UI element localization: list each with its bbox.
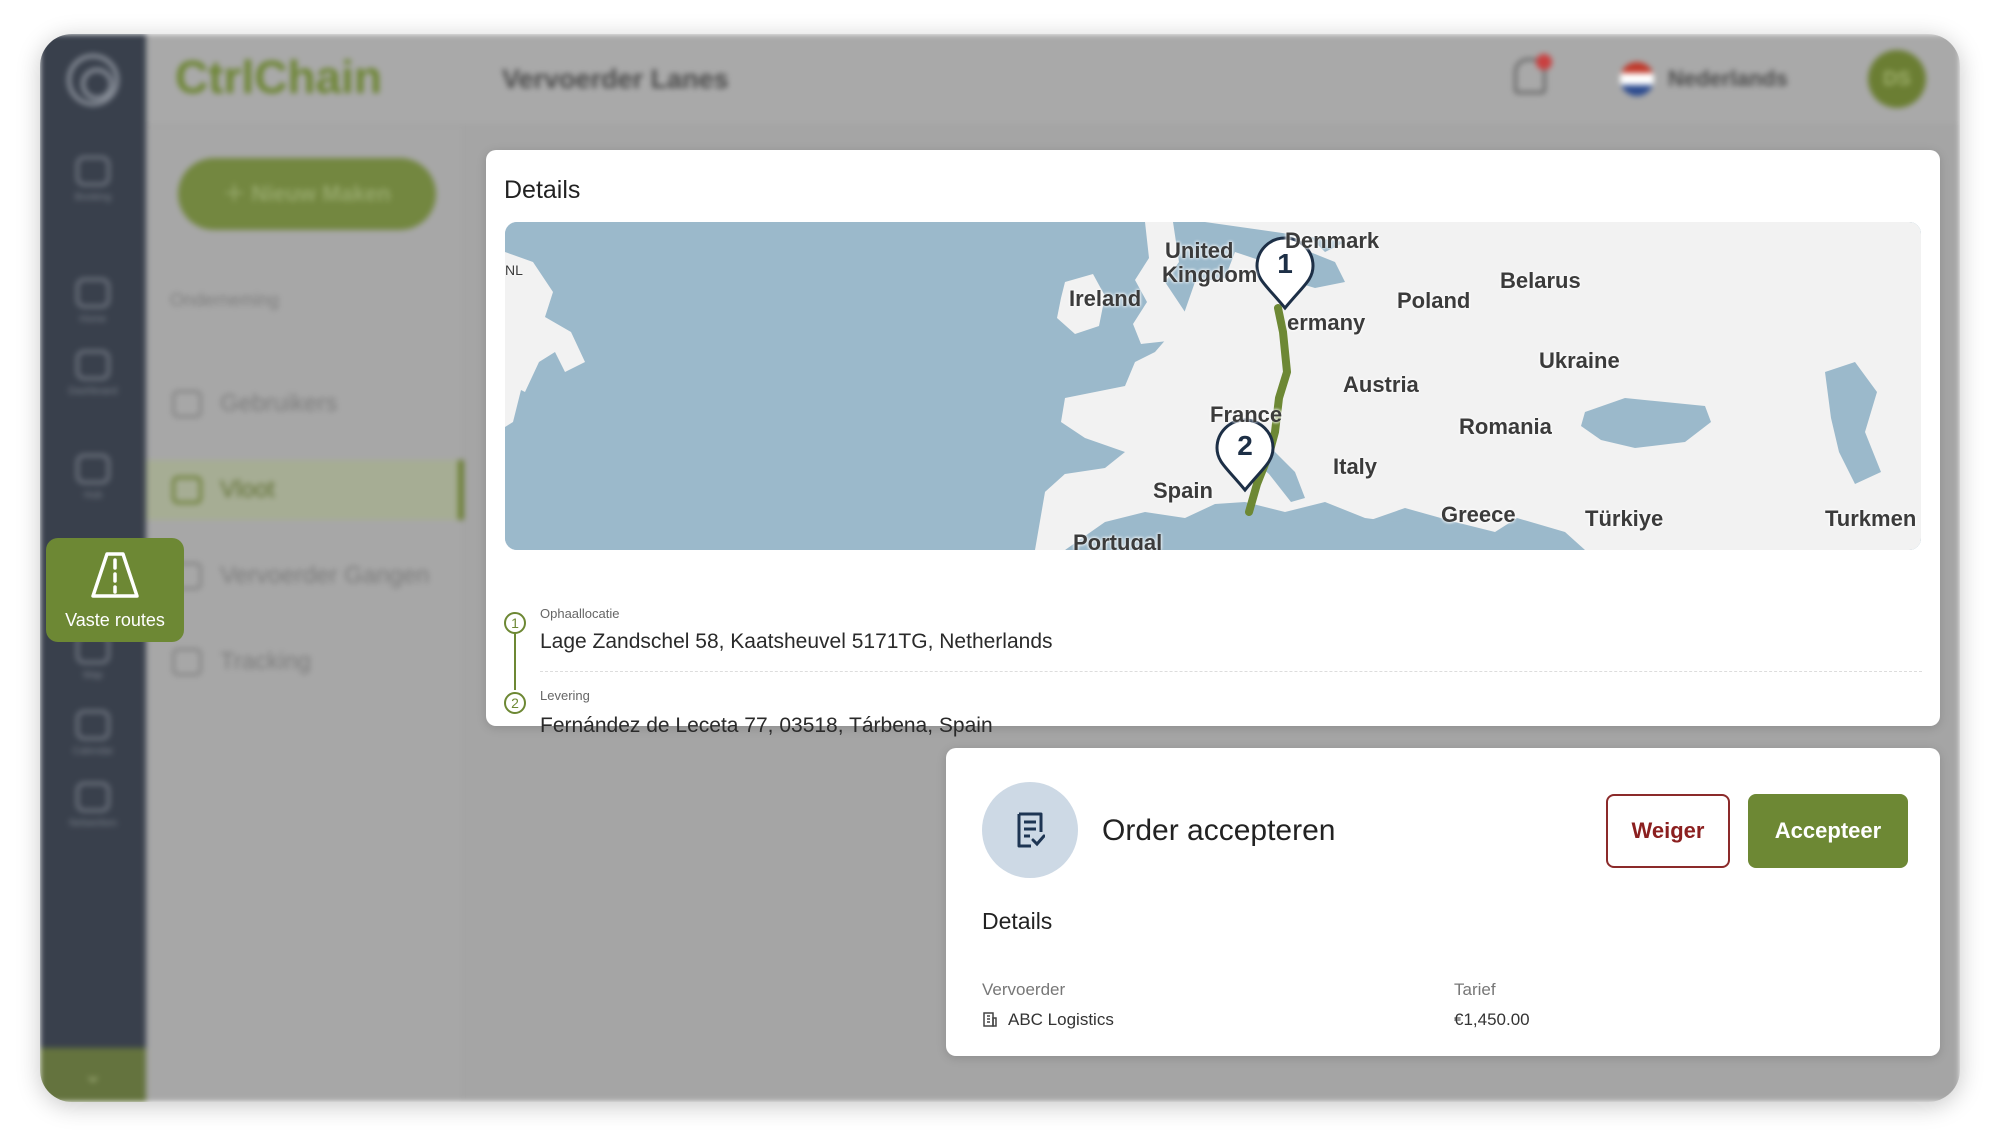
- rail-item-booking[interactable]: Booking: [40, 156, 146, 203]
- stop-type: Ophaallocatie: [540, 606, 620, 621]
- map-label-italy: Italy: [1333, 454, 1378, 479]
- map-label-nl: NL: [505, 262, 523, 278]
- map-label-kingdom: Kingdom: [1162, 262, 1258, 287]
- pickup-pin[interactable]: 1: [1261, 248, 1309, 280]
- map-label-turkmen: Turkmen: [1825, 506, 1917, 531]
- map-label-ireland: Ireland: [1069, 286, 1142, 311]
- carrier-label: Vervoerder: [982, 980, 1066, 999]
- rail-label: Map: [83, 670, 103, 681]
- rail-item-hub[interactable]: Hub: [40, 454, 146, 501]
- stop-connector: [514, 630, 516, 690]
- order-details-heading: Details: [982, 908, 1053, 934]
- rail-label: Dashboard: [68, 386, 118, 397]
- rail-item-netwerken[interactable]: Netwerken: [40, 782, 146, 829]
- rail-item-calendar[interactable]: Calendar: [40, 710, 146, 757]
- map-label-france: France: [1210, 402, 1283, 427]
- network-icon: [76, 782, 110, 812]
- accept-button[interactable]: Accepteer: [1748, 794, 1908, 868]
- nav-label: Tracking: [220, 648, 312, 675]
- map-label-united: United: [1165, 238, 1234, 263]
- vaste-routes-button[interactable]: Vaste routes: [46, 538, 184, 642]
- map-label-belarus: Belarus: [1500, 268, 1581, 293]
- rail-label: Calendar: [72, 746, 114, 757]
- map-label-greece: Greece: [1441, 502, 1516, 527]
- rail-item-home[interactable]: Home: [40, 278, 146, 325]
- stop-address: Lage Zandschel 58, Kaatsheuvel 5171TG, N…: [540, 630, 1053, 653]
- map-label-austria: Austria: [1343, 372, 1419, 397]
- side-panel: [146, 126, 464, 1102]
- rail-label: Booking: [74, 192, 112, 203]
- avatar[interactable]: DS: [1868, 50, 1926, 108]
- map-label-turkiye: Türkiye: [1585, 506, 1664, 531]
- notification-badge: [1536, 54, 1552, 70]
- rail-label: Netwerken: [69, 818, 117, 829]
- details-title: Details: [504, 176, 581, 204]
- nav-item-vervoerder-gangen[interactable]: Vervoerder Gangen: [146, 546, 464, 606]
- stop-number: 2: [504, 692, 526, 714]
- rail-label: Hub: [83, 490, 103, 501]
- rate-value: €1,450.00: [1454, 1010, 1530, 1029]
- stop-divider: [540, 671, 1922, 672]
- carrier-value: ABC Logistics: [982, 1010, 1114, 1030]
- rail-label: Home: [79, 314, 107, 325]
- route-map[interactable]: NL United Kingdom Denmark Ireland Belaru…: [505, 222, 1921, 550]
- rail-item-dashboard[interactable]: Dashboard: [40, 350, 146, 397]
- building-icon: [983, 1012, 997, 1027]
- tracking-icon: [172, 648, 202, 676]
- map-label-romania: Romania: [1459, 414, 1552, 439]
- order-title: Order accepteren: [1102, 814, 1336, 847]
- app-window: Booking Home Dashboard Hub Map Calendar: [40, 34, 1960, 1102]
- chevron-down-icon: ⌄: [83, 1062, 103, 1087]
- road-icon: [91, 552, 139, 598]
- new-button-label: Nieuw Maken: [251, 181, 391, 206]
- order-accept-card: Order accepteren Weiger Accepteer Detail…: [946, 748, 1940, 1056]
- document-check-icon: [1017, 812, 1045, 848]
- delivery-pin[interactable]: 2: [1221, 430, 1269, 462]
- new-button[interactable]: ＋ Nieuw Maken: [178, 158, 436, 230]
- flag-nl-icon[interactable]: [1620, 62, 1654, 96]
- carrier-name: ABC Logistics: [1008, 1010, 1114, 1029]
- stop-number: 1: [504, 612, 526, 634]
- nav-item-gebruikers[interactable]: Gebruikers: [146, 374, 464, 434]
- stop-address: Fernández de Leceta 77, 03518, Tárbena, …: [540, 714, 993, 737]
- nav-item-vloot[interactable]: Vloot: [146, 460, 464, 520]
- vaste-routes-label: Vaste routes: [65, 610, 165, 630]
- map-label-portugal: Portugal: [1073, 530, 1163, 550]
- stop-type: Levering: [540, 688, 590, 703]
- plus-icon: ＋: [223, 181, 252, 206]
- reject-button[interactable]: Weiger: [1606, 794, 1730, 868]
- rate-label: Tarief: [1454, 980, 1496, 999]
- map-label-poland: Poland: [1397, 288, 1471, 313]
- cloud-icon: [76, 454, 110, 484]
- logo-icon: [67, 54, 119, 106]
- nav-label: Vervoerder Gangen: [220, 562, 430, 589]
- users-icon: [172, 390, 202, 418]
- booking-icon: [76, 156, 110, 186]
- language-selector[interactable]: Nederlands: [1668, 66, 1788, 92]
- map-label-ukraine: Ukraine: [1539, 348, 1620, 373]
- brand-logo: CtrlChain: [175, 51, 382, 103]
- map-label-germany: ermany: [1287, 310, 1366, 335]
- collapse-button[interactable]: ⌄: [40, 1048, 146, 1102]
- section-label: Onderneming: [170, 290, 280, 310]
- calendar-icon: [76, 710, 110, 740]
- globe-icon: [76, 350, 110, 380]
- home-icon: [76, 278, 110, 308]
- nav-label: Vloot: [220, 476, 275, 503]
- page-title: Vervoerder Lanes: [502, 64, 729, 94]
- fleet-icon: [172, 476, 202, 504]
- map-label-spain: Spain: [1153, 478, 1213, 503]
- order-icon-wrap: [982, 782, 1078, 878]
- nav-item-tracking[interactable]: Tracking: [146, 632, 464, 692]
- details-card: Details NL United Kingdom Denmark Irelan…: [486, 150, 1940, 737]
- nav-label: Gebruikers: [220, 390, 338, 417]
